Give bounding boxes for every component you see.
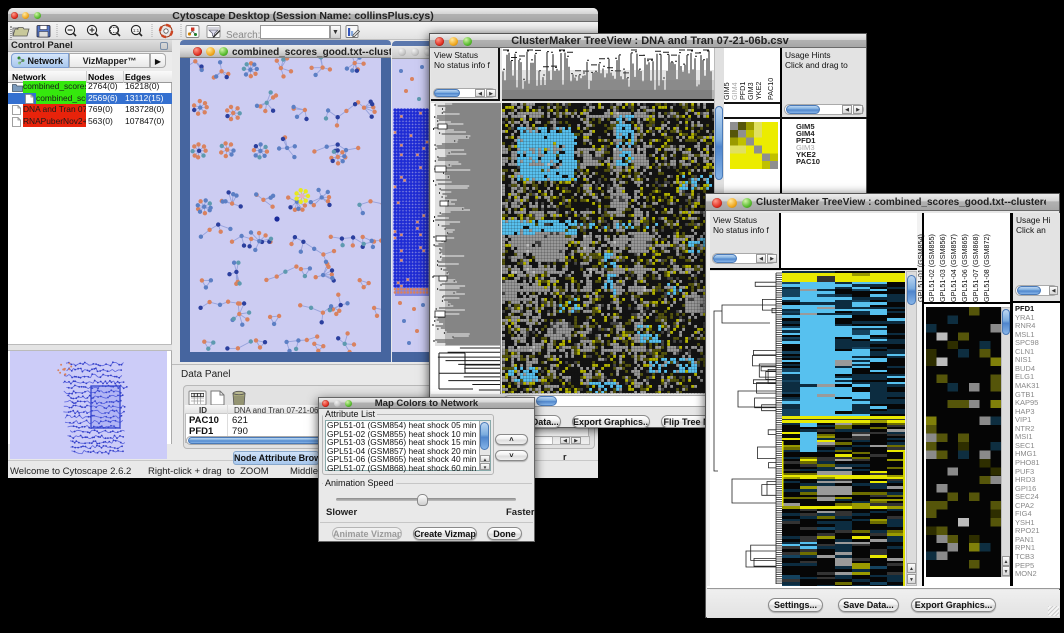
svg-text:1:1: 1:1 xyxy=(133,28,140,33)
